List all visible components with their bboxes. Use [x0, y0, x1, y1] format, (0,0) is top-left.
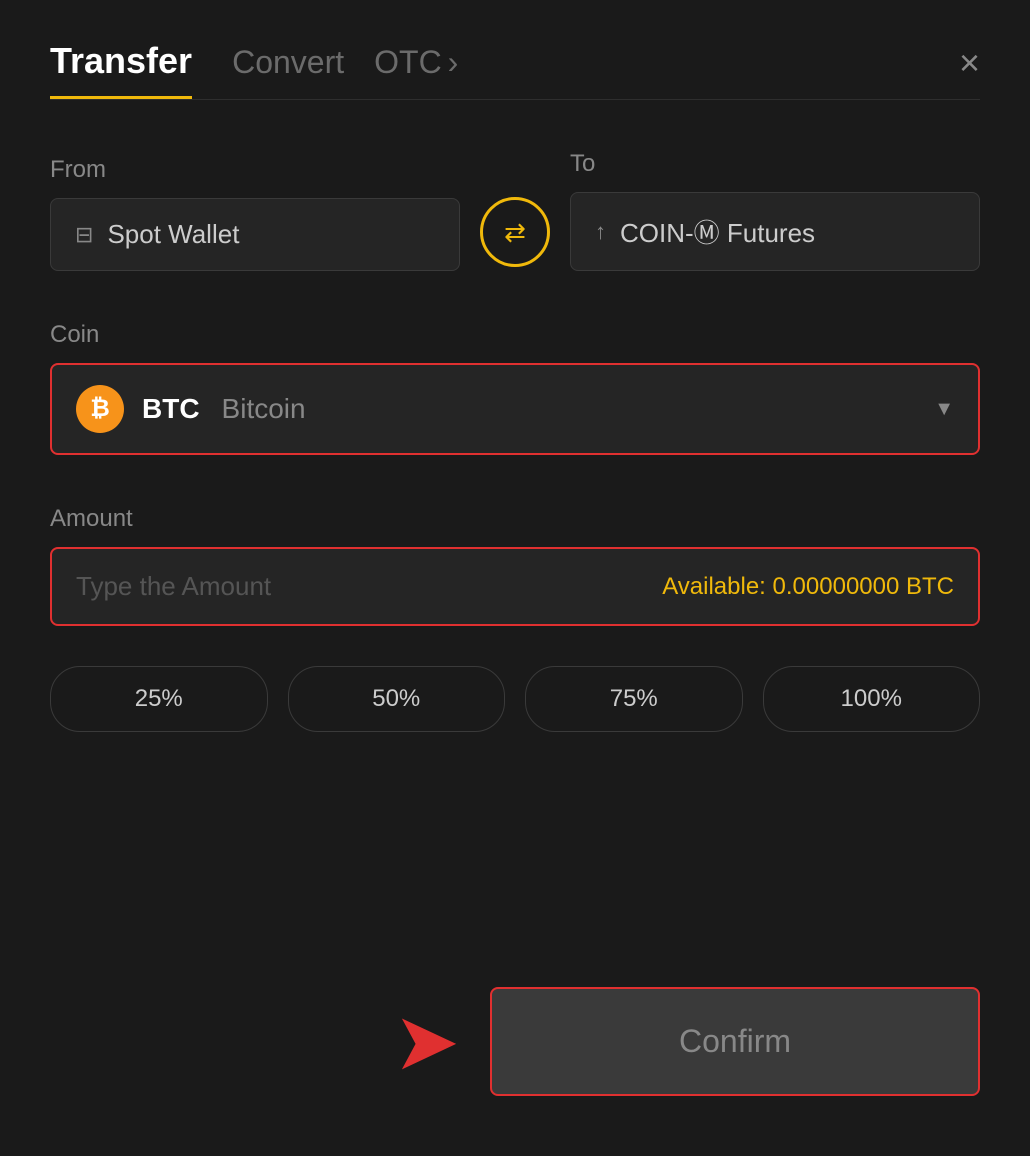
confirm-area: ➤ Confirm — [50, 987, 980, 1096]
to-wallet-label: COIN-Ⓜ Futures — [620, 213, 815, 250]
tab-transfer[interactable]: Transfer — [50, 40, 192, 99]
coin-full-name: Bitcoin — [222, 393, 306, 425]
pct-100-button[interactable]: 100% — [763, 666, 981, 732]
futures-icon: ↑ — [595, 219, 606, 245]
confirm-button[interactable]: Confirm — [490, 987, 980, 1096]
btc-icon: ₿ — [76, 385, 124, 433]
transfer-modal: Transfer Convert OTC › × From ⊟ Spot Wal… — [0, 0, 1030, 1156]
amount-input-box[interactable]: Type the Amount Available: 0.00000000 BT… — [50, 547, 980, 626]
from-wallet-select[interactable]: ⊟ Spot Wallet — [50, 198, 460, 271]
coin-section: Coin ₿ BTC Bitcoin ▼ — [50, 321, 980, 455]
from-label: From — [50, 156, 460, 184]
to-column: To ↑ COIN-Ⓜ Futures — [570, 150, 980, 271]
pct-25-button[interactable]: 25% — [50, 666, 268, 732]
arrow-indicator: ➤ — [393, 1002, 460, 1082]
close-button[interactable]: × — [959, 45, 980, 95]
amount-placeholder: Type the Amount — [76, 571, 271, 602]
from-column: From ⊟ Spot Wallet — [50, 156, 460, 271]
percent-row: 25% 50% 75% 100% — [50, 666, 980, 732]
tab-convert[interactable]: Convert — [232, 44, 344, 95]
to-label: To — [570, 150, 980, 178]
header-divider — [50, 99, 980, 100]
amount-section: Amount Type the Amount Available: 0.0000… — [50, 505, 980, 626]
amount-available: Available: 0.00000000 BTC — [662, 573, 954, 601]
tab-otc[interactable]: OTC › — [374, 44, 458, 95]
available-label: Available: — [662, 573, 766, 600]
available-value: 0.00000000 BTC — [773, 573, 954, 600]
swap-icon: ⇄ — [504, 217, 526, 248]
swap-button[interactable]: ⇄ — [480, 197, 550, 267]
coin-ticker: BTC — [142, 393, 200, 425]
to-wallet-select[interactable]: ↑ COIN-Ⓜ Futures — [570, 192, 980, 271]
from-to-section: From ⊟ Spot Wallet ⇄ To ↑ COIN-Ⓜ Futures — [50, 150, 980, 271]
coin-label: Coin — [50, 321, 99, 348]
modal-header: Transfer Convert OTC › × — [50, 40, 980, 99]
pct-75-button[interactable]: 75% — [525, 666, 743, 732]
wallet-icon: ⊟ — [75, 222, 93, 248]
amount-label: Amount — [50, 505, 133, 532]
tab-otc-label: OTC — [374, 44, 442, 81]
chevron-right-icon: › — [448, 44, 459, 81]
coin-dropdown[interactable]: ₿ BTC Bitcoin ▼ — [50, 363, 980, 455]
from-wallet-label: Spot Wallet — [107, 219, 239, 250]
chevron-down-icon: ▼ — [934, 398, 954, 421]
pct-50-button[interactable]: 50% — [288, 666, 506, 732]
